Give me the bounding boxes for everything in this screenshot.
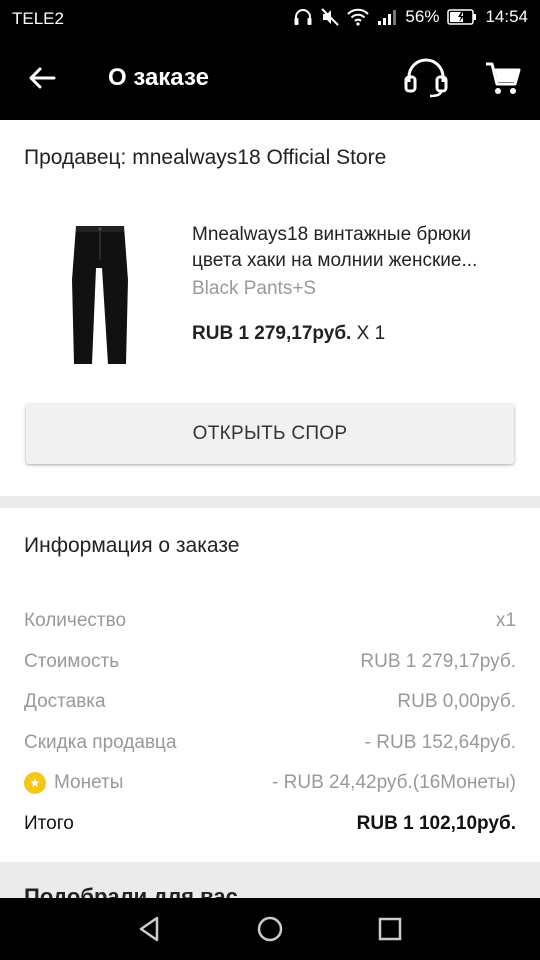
info-value: RUB 1 279,17руб. <box>360 651 516 672</box>
product-title-line1: Mnealways18 винтажные брюки <box>192 224 472 245</box>
info-value: - RUB 152,64руб. <box>364 732 516 753</box>
info-row-coins: Монеты - RUB 24,42руб.(16Монеты) <box>24 772 516 800</box>
app-bar: О заказе <box>0 36 540 120</box>
product-image[interactable] <box>50 220 150 368</box>
page-title: О заказе <box>108 64 209 91</box>
battery-level: 56% <box>405 7 440 26</box>
info-label: Скидка продавца <box>24 732 177 753</box>
order-info-card: Информация о заказе Количество x1 Стоимо… <box>0 508 540 862</box>
info-row-seller-discount: Скидка продавца - RUB 152,64руб. <box>24 732 516 760</box>
info-label: Монеты <box>54 772 124 793</box>
carrier-name: TELE2 <box>12 9 64 28</box>
total-value: RUB 1 102,10руб. <box>356 813 516 834</box>
info-value: - RUB 24,42руб.(16Монеты) <box>272 772 516 793</box>
system-nav-bar <box>0 898 540 960</box>
status-icons: 56% 14:54 <box>293 7 528 27</box>
nav-home-icon[interactable] <box>255 914 285 944</box>
product-price: RUB 1 279,17руб. X 1 <box>192 323 385 345</box>
product-title[interactable]: Mnealways18 винтажные брюки цвета хаки н… <box>192 222 518 274</box>
cart-icon[interactable] <box>484 60 522 98</box>
info-label: Доставка <box>24 691 106 712</box>
product-variant: Black Pants+S <box>192 278 317 299</box>
headphones-icon <box>293 8 313 26</box>
product-title-line2: цвета хаки на молнии женские... <box>192 250 478 271</box>
info-value: RUB 0,00руб. <box>397 691 516 712</box>
status-bar: TELE2 56% 14:54 <box>0 0 540 36</box>
info-value: x1 <box>495 610 516 631</box>
coins-label-group: Монеты <box>24 772 123 794</box>
info-label: Количество <box>24 610 127 631</box>
mute-icon <box>321 8 340 26</box>
clock: 14:54 <box>485 7 528 26</box>
info-row-total: Итого RUB 1 102,10руб. <box>24 813 516 841</box>
battery-icon <box>447 9 477 25</box>
headset-support-icon[interactable] <box>404 58 448 98</box>
price-value: RUB 1 279,17руб. <box>192 323 352 344</box>
order-info-title: Информация о заказе <box>24 534 240 557</box>
order-card: Продавец: mnealways18 Official Store Mne… <box>0 120 540 496</box>
total-label: Итого <box>24 813 74 834</box>
nav-recents-icon[interactable] <box>375 914 405 944</box>
coin-icon <box>24 772 46 794</box>
recommendations-section: Подобрали для вас <box>0 862 540 898</box>
info-label: Стоимость <box>24 651 120 672</box>
info-row-shipping: Доставка RUB 0,00руб. <box>24 691 516 719</box>
quantity-value: X 1 <box>351 323 386 344</box>
recommendations-title: Подобрали для вас <box>24 884 238 898</box>
info-row-cost: Стоимость RUB 1 279,17руб. <box>24 651 516 679</box>
signal-icon <box>377 8 397 26</box>
info-row-quantity: Количество x1 <box>24 610 516 638</box>
open-dispute-button[interactable]: ОТКРЫТЬ СПОР <box>26 404 514 464</box>
back-arrow-icon[interactable] <box>26 62 58 94</box>
seller-name[interactable]: Продавец: mnealways18 Official Store <box>24 146 386 170</box>
nav-back-icon[interactable] <box>135 914 165 944</box>
wifi-icon <box>347 8 370 26</box>
